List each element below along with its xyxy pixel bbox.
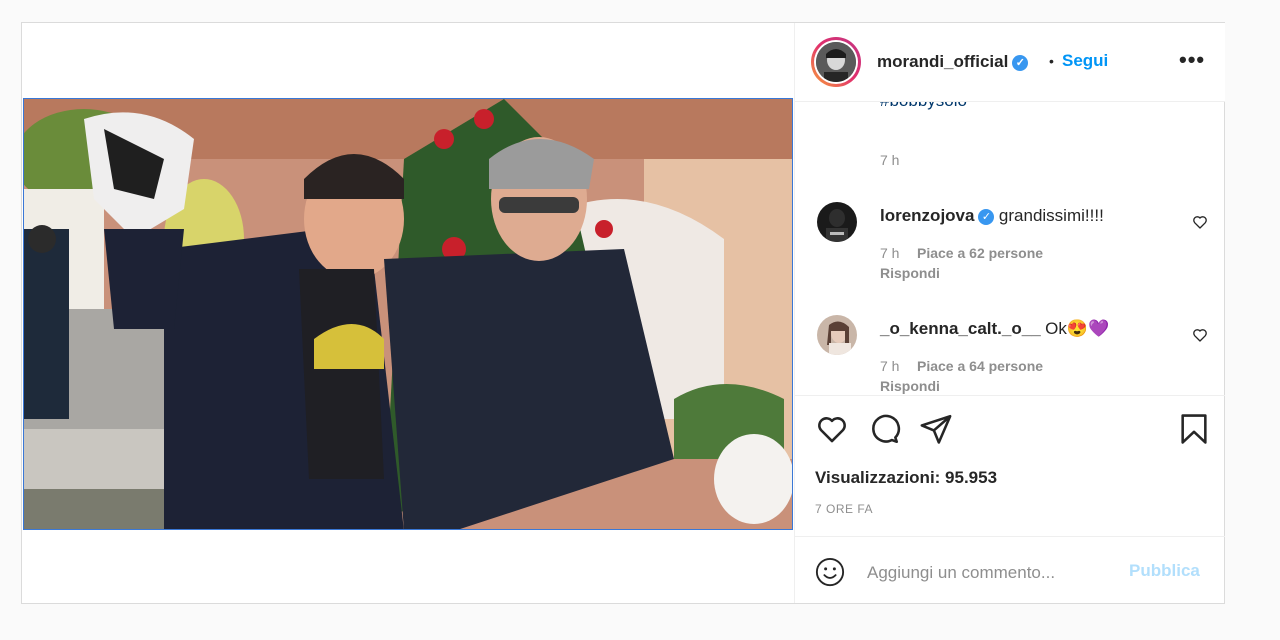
comment-text: grandissimi!!!!: [998, 206, 1104, 225]
follow-button[interactable]: Segui: [1062, 51, 1108, 71]
video-player[interactable]: [23, 98, 793, 530]
comment-text: Ok😍💜: [1045, 319, 1110, 338]
comment-composer: Pubblica: [795, 536, 1225, 605]
heart-icon[interactable]: [815, 412, 849, 446]
post-side-panel: morandi_official✓ • Segui ••• #bobbysolo…: [794, 23, 1225, 603]
emoji-icon[interactable]: [815, 557, 845, 587]
comment-input[interactable]: [865, 557, 1129, 589]
more-options-icon[interactable]: •••: [1179, 47, 1205, 73]
views-count[interactable]: Visualizzazioni: 95.953: [815, 468, 997, 488]
commenter-avatar[interactable]: [817, 202, 857, 242]
caption-time: 7 h: [880, 152, 900, 168]
comment-username[interactable]: lorenzojova: [880, 206, 974, 225]
post-media: [22, 23, 794, 603]
author-avatar[interactable]: [811, 37, 861, 87]
comment-time: 7 h: [880, 358, 900, 374]
comment-line: _o_kenna_calt._o__ Ok😍💜: [880, 319, 1109, 339]
reply-button[interactable]: Rispondi: [880, 265, 940, 281]
comment-likes[interactable]: Piace a 62 persone: [917, 245, 1043, 261]
comment-likes[interactable]: Piace a 64 persone: [917, 358, 1043, 374]
comments-list[interactable]: #bobbysolo 7 h lorenzojova✓ grandissimi!…: [795, 101, 1225, 395]
comment-item: _o_kenna_calt._o__ Ok😍💜 7 h Piace a 64 p…: [795, 309, 1225, 395]
author-username[interactable]: morandi_official ✓: [877, 52, 1029, 72]
post-header: morandi_official ✓ • Segui •••: [795, 23, 1225, 102]
comment-like-heart-icon[interactable]: [1192, 214, 1208, 230]
comment-username[interactable]: _o_kenna_calt._o__: [880, 319, 1041, 338]
caption-hashtag-link[interactable]: #bobbysolo: [880, 101, 967, 111]
verified-badge-icon: ✓: [978, 209, 995, 225]
comment-item: lorenzojova ✓ grandissimi!!!! 7 h Piace a…: [795, 196, 1225, 296]
comment-line: lorenzojova ✓ grandissimi!!!!: [880, 206, 1104, 226]
comment-like-heart-icon[interactable]: [1192, 327, 1208, 343]
post-card: morandi_official✓ • Segui ••• #bobbysolo…: [21, 22, 1225, 604]
post-time-ago: 7 ORE FA: [815, 502, 874, 516]
comment-time: 7 h: [880, 245, 900, 261]
share-icon[interactable]: [919, 412, 953, 446]
post-actions: Visualizzazioni: 95.953 7 ORE FA Pubblic…: [795, 395, 1225, 604]
separator-dot: •: [1049, 53, 1054, 69]
video-frame: [24, 99, 792, 529]
bookmark-icon[interactable]: [1177, 412, 1211, 446]
comment-icon[interactable]: [867, 412, 901, 446]
publish-button[interactable]: Pubblica: [1129, 561, 1200, 581]
reply-button[interactable]: Rispondi: [880, 378, 940, 394]
author-username-text[interactable]: morandi_official: [877, 52, 1008, 71]
commenter-avatar[interactable]: [817, 315, 857, 355]
verified-badge-icon: ✓: [1012, 55, 1029, 71]
